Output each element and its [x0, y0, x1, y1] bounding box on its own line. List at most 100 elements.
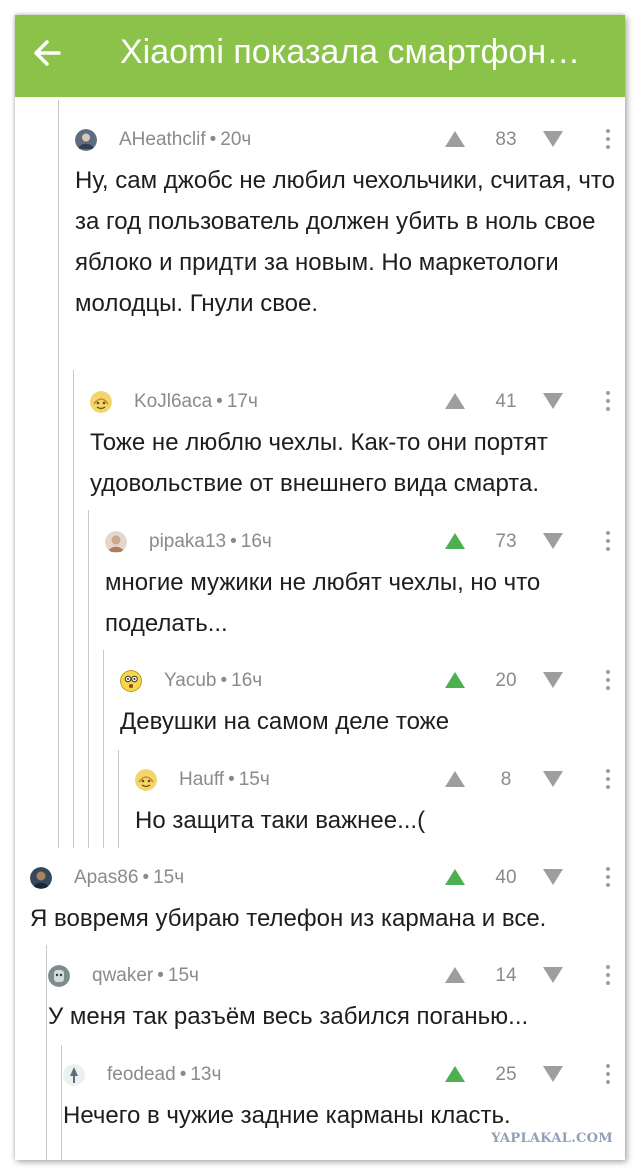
user-avatar-icon[interactable]: [30, 867, 52, 889]
comment: Yacub • 16ч 20 Девушки на самом деле тоже: [120, 661, 625, 742]
author-name[interactable]: Hauff: [179, 769, 224, 790]
comment: Hauff • 15ч 8 Но защита таки важнее...(: [135, 760, 625, 841]
comment-text: Девушки на самом деле тоже: [120, 708, 450, 735]
upvote-button[interactable]: [444, 532, 466, 550]
separator-dot: •: [230, 531, 237, 552]
thread-line: [118, 750, 119, 848]
page-title: Xiaomi показала смартфон…: [120, 33, 581, 71]
comment-time: 17ч: [226, 391, 258, 412]
downvote-button[interactable]: [542, 671, 564, 689]
separator-dot: •: [220, 670, 228, 691]
comment-header: Yacub • 16ч 20: [120, 661, 625, 701]
comment-meta: AHeathclif • 20ч: [119, 120, 251, 160]
comment-meta: qwaker • 15ч: [92, 956, 199, 996]
thread-line: [46, 945, 47, 1160]
comment-header: Hauff • 15ч 8: [135, 760, 625, 800]
separator-dot: •: [142, 867, 150, 888]
downvote-button[interactable]: [542, 770, 564, 788]
comment: pipaka13 • 16ч 73 многие мужики не любят ч…: [105, 522, 625, 644]
user-avatar-icon[interactable]: [105, 531, 127, 553]
user-avatar-icon[interactable]: [63, 1064, 85, 1086]
comment-header: qwaker • 15ч 14: [48, 956, 625, 996]
smiley-avatar-icon[interactable]: [90, 391, 112, 413]
comment-meta: Apas86 • 15ч: [74, 858, 184, 898]
comment-meta: feodead • 13ч: [107, 1055, 221, 1095]
separator-dot: •: [209, 129, 217, 150]
more-options-icon[interactable]: [601, 962, 615, 988]
comment-text: Я вовремя убираю телефон из кармана и вс…: [30, 905, 547, 932]
separator-dot: •: [216, 391, 223, 412]
more-options-icon[interactable]: [601, 864, 615, 890]
rating-count: 40: [495, 867, 517, 888]
thread-line: [61, 1045, 62, 1160]
rating-count: 25: [495, 1064, 517, 1085]
upvote-button[interactable]: [444, 770, 466, 788]
comment-time: 16ч: [231, 670, 263, 691]
smiley-avatar-icon[interactable]: [120, 670, 142, 692]
comment-text: многие мужики не любят чехлы, но что под…: [105, 569, 541, 637]
comment-time: 15ч: [238, 769, 270, 790]
comment-text: Нечего в чужие задние карманы класть.: [63, 1102, 511, 1129]
comment-meta: Yacub • 16ч: [164, 661, 262, 701]
more-options-icon[interactable]: [601, 528, 615, 554]
rating-count: 73: [495, 531, 517, 552]
author-name[interactable]: qwaker: [92, 965, 153, 986]
comment-time: 13ч: [190, 1064, 222, 1085]
more-options-icon[interactable]: [601, 126, 615, 152]
downvote-button[interactable]: [542, 532, 564, 550]
rating-count: 41: [495, 391, 517, 412]
downvote-button[interactable]: [542, 868, 564, 886]
more-options-icon[interactable]: [601, 388, 615, 414]
arrow-left-icon: [34, 40, 61, 66]
upvote-button[interactable]: [444, 392, 466, 410]
author-name[interactable]: AHeathclif: [119, 129, 206, 150]
rating-count: 83: [495, 129, 517, 150]
comment-time: 15ч: [167, 965, 199, 986]
thread-line: [58, 100, 59, 848]
author-name[interactable]: Yacub: [164, 670, 216, 691]
watermark: YAPLAKAL.COM: [491, 1131, 613, 1146]
app-screen: Xiaomi показала смартфон… AHeathclif • 20ч…: [15, 15, 625, 1160]
comment-text: У меня так разъём весь забился поганью..…: [48, 1003, 529, 1030]
author-name[interactable]: Apas86: [74, 867, 138, 888]
author-name[interactable]: KoJl6aca: [134, 391, 212, 412]
thread-line: [103, 650, 104, 848]
downvote-button[interactable]: [542, 966, 564, 984]
thread-line: [88, 510, 89, 848]
rating-count: 8: [500, 769, 512, 790]
comment: Apas86 • 15ч 40 Я вовремя убираю телефон и…: [30, 858, 625, 939]
separator-dot: •: [228, 769, 235, 790]
comment-header: feodead • 13ч 25: [63, 1055, 625, 1095]
comment-header: AHeathclif • 20ч 83: [75, 120, 625, 160]
comment: feodead • 13ч 25 Нечего в чужие задние кар…: [63, 1055, 625, 1136]
downvote-button[interactable]: [542, 392, 564, 410]
rating-count: 20: [495, 670, 517, 691]
author-name[interactable]: feodead: [107, 1064, 176, 1085]
comment-meta: KoJl6aca • 17ч: [134, 382, 258, 422]
comment-meta: pipaka13 • 16ч: [149, 522, 272, 562]
comment-header: KoJl6aca • 17ч 41: [90, 382, 625, 422]
upvote-button[interactable]: [444, 130, 466, 148]
more-options-icon[interactable]: [601, 667, 615, 693]
back-button[interactable]: [25, 31, 69, 75]
author-name[interactable]: pipaka13: [149, 531, 226, 552]
comment-time: 20ч: [220, 129, 252, 150]
app-bar: Xiaomi показала смартфон…: [15, 15, 625, 97]
user-avatar-icon[interactable]: [75, 129, 97, 151]
downvote-button[interactable]: [542, 130, 564, 148]
user-avatar-icon[interactable]: [48, 965, 70, 987]
upvote-button[interactable]: [444, 966, 466, 984]
more-options-icon[interactable]: [601, 766, 615, 792]
upvote-button[interactable]: [444, 1065, 466, 1083]
comment: qwaker • 15ч 14 У меня так разъём весь заб…: [48, 956, 625, 1037]
comment-text: Тоже не люблю чехлы. Как-то они портят у…: [90, 429, 548, 497]
more-options-icon[interactable]: [601, 1061, 615, 1087]
comment: KoJl6aca • 17ч 41 Тоже не люблю чехлы. Как…: [90, 382, 625, 504]
smiley-avatar-icon[interactable]: [135, 769, 157, 791]
upvote-button[interactable]: [444, 671, 466, 689]
comment-header: pipaka13 • 16ч 73: [105, 522, 625, 562]
downvote-button[interactable]: [542, 1065, 564, 1083]
upvote-button[interactable]: [444, 868, 466, 886]
comment-time: 16ч: [240, 531, 272, 552]
comment-header: Apas86 • 15ч 40: [30, 858, 625, 898]
